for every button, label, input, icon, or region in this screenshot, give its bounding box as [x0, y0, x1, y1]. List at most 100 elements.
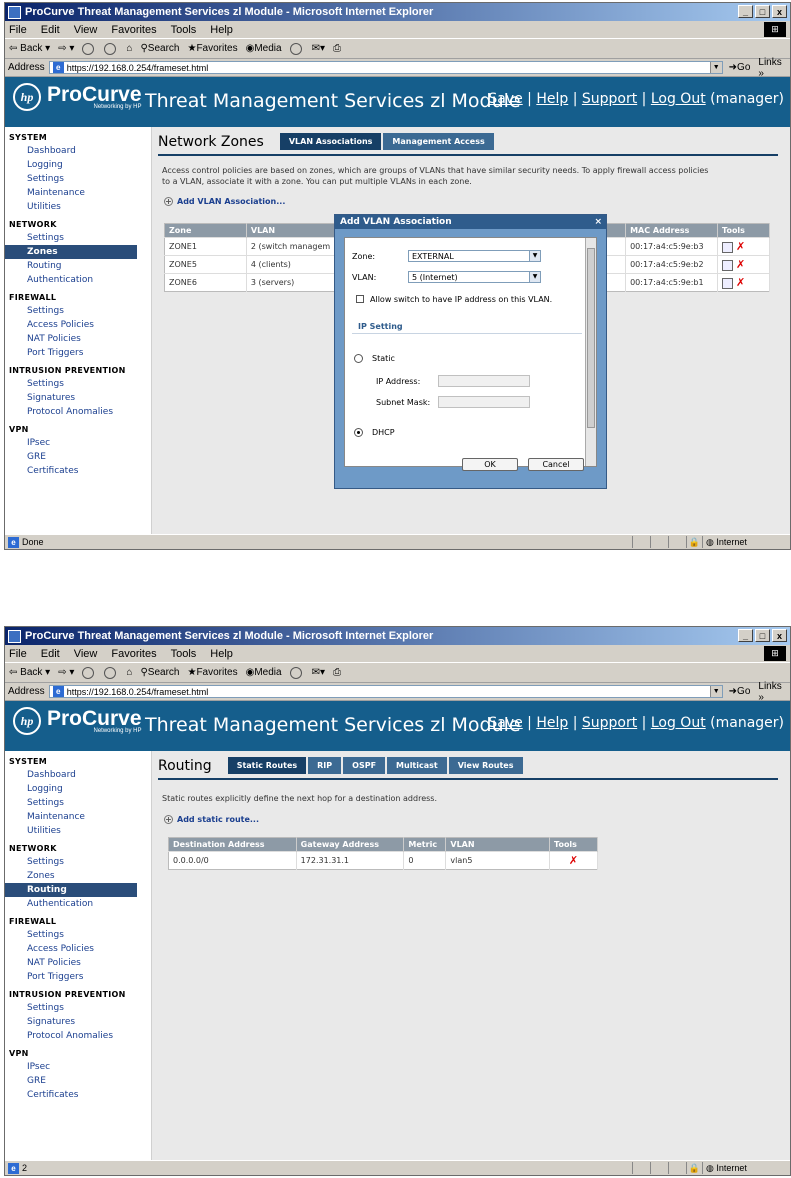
sidebar-item-network-settings[interactable]: Settings — [5, 855, 151, 869]
dhcp-radio[interactable] — [354, 428, 363, 437]
menu-edit[interactable]: Edit — [41, 648, 60, 660]
vlan-select[interactable]: 5 (Internet) ▼ — [408, 271, 541, 283]
edit-icon[interactable] — [722, 242, 734, 253]
menu-help[interactable]: Help — [210, 648, 233, 660]
save-link[interactable]: Save — [488, 91, 522, 107]
delete-icon[interactable]: ✗ — [736, 240, 745, 253]
mail-button[interactable]: ✉ ▾ — [312, 667, 325, 678]
address-dropdown[interactable]: ▼ — [709, 62, 722, 73]
back-button[interactable]: ⇦ Back ▾ — [9, 43, 50, 54]
column-header-gateway[interactable]: Gateway Address — [296, 837, 405, 852]
address-dropdown[interactable]: ▼ — [709, 686, 722, 697]
print-button[interactable]: ⎙ — [333, 667, 341, 678]
close-button[interactable]: x — [772, 5, 787, 18]
print-button[interactable]: ⎙ — [333, 43, 341, 54]
support-link[interactable]: Support — [582, 91, 637, 107]
sidebar-item-certificates[interactable]: Certificates — [5, 1088, 151, 1102]
go-button[interactable]: ➜Go — [729, 62, 751, 73]
menu-favorites[interactable]: Favorites — [111, 648, 156, 660]
tab-static-routes[interactable]: Static Routes — [227, 757, 307, 774]
search-button[interactable]: ⚲ Search — [140, 43, 179, 54]
delete-icon[interactable]: ✗ — [736, 258, 745, 271]
media-button[interactable]: ◉ Media — [246, 43, 282, 54]
sidebar-item-firewall-settings[interactable]: Settings — [5, 304, 151, 318]
sidebar-item-logging[interactable]: Logging — [5, 782, 151, 796]
column-header-vlan[interactable]: VLAN — [445, 837, 551, 852]
menu-tools[interactable]: Tools — [171, 24, 197, 36]
sidebar-item-network-settings[interactable]: Settings — [5, 231, 151, 245]
stop-button[interactable] — [82, 666, 96, 679]
sidebar-item-protocol-anomalies[interactable]: Protocol Anomalies — [5, 405, 151, 419]
sidebar-item-authentication[interactable]: Authentication — [5, 897, 151, 911]
sidebar-item-signatures[interactable]: Signatures — [5, 1015, 151, 1029]
favorites-button[interactable]: ★ Favorites — [187, 43, 237, 54]
scrollbar-thumb[interactable] — [587, 248, 595, 428]
dialog-scrollbar[interactable] — [585, 238, 596, 466]
sidebar-item-port-triggers[interactable]: Port Triggers — [5, 970, 151, 984]
sidebar-item-routing[interactable]: Routing — [5, 883, 137, 897]
menu-favorites[interactable]: Favorites — [111, 24, 156, 36]
mail-button[interactable]: ✉ ▾ — [312, 43, 325, 54]
links-button[interactable]: Links » — [758, 57, 790, 79]
go-button[interactable]: ➜Go — [729, 686, 751, 697]
sidebar-item-utilities[interactable]: Utilities — [5, 824, 151, 838]
dialog-close-icon[interactable]: × — [594, 215, 602, 229]
minimize-button[interactable]: _ — [738, 629, 753, 642]
help-link[interactable]: Help — [536, 715, 568, 731]
sidebar-item-dashboard[interactable]: Dashboard — [5, 144, 151, 158]
logout-link[interactable]: Log Out — [651, 91, 706, 107]
forward-button[interactable]: ⇨ ▾ — [58, 43, 74, 54]
cancel-button[interactable]: Cancel — [528, 458, 584, 471]
tab-vlan-associations[interactable]: VLAN Associations — [279, 133, 382, 150]
minimize-button[interactable]: _ — [738, 5, 753, 18]
delete-icon[interactable]: ✗ — [569, 854, 578, 867]
menu-tools[interactable]: Tools — [171, 648, 197, 660]
history-button[interactable] — [289, 666, 304, 679]
column-header-zone[interactable]: Zone — [164, 223, 247, 238]
sidebar-item-system-settings[interactable]: Settings — [5, 172, 151, 186]
menu-edit[interactable]: Edit — [41, 24, 60, 36]
sidebar-item-ipsec[interactable]: IPsec — [5, 436, 151, 450]
sidebar-item-access-policies[interactable]: Access Policies — [5, 318, 151, 332]
sidebar-item-system-settings[interactable]: Settings — [5, 796, 151, 810]
stop-button[interactable] — [82, 42, 96, 55]
maximize-button[interactable]: □ — [755, 5, 770, 18]
sidebar-item-ips-settings[interactable]: Settings — [5, 1001, 151, 1015]
sidebar-item-ips-settings[interactable]: Settings — [5, 377, 151, 391]
address-input[interactable]: e https://192.168.0.254/frameset.html ▼ — [48, 685, 723, 698]
sidebar-item-dashboard[interactable]: Dashboard — [5, 768, 151, 782]
sidebar-item-port-triggers[interactable]: Port Triggers — [5, 346, 151, 360]
sidebar-item-protocol-anomalies[interactable]: Protocol Anomalies — [5, 1029, 151, 1043]
sidebar-item-certificates[interactable]: Certificates — [5, 464, 151, 478]
media-button[interactable]: ◉ Media — [246, 667, 282, 678]
support-link[interactable]: Support — [582, 715, 637, 731]
favorites-button[interactable]: ★ Favorites — [187, 667, 237, 678]
menu-file[interactable]: File — [9, 24, 27, 36]
allow-ip-checkbox[interactable] — [356, 295, 364, 303]
tab-rip[interactable]: RIP — [308, 757, 342, 774]
logout-link[interactable]: Log Out — [651, 715, 706, 731]
home-button[interactable]: ⌂ — [126, 667, 132, 678]
sidebar-item-maintenance[interactable]: Maintenance — [5, 810, 151, 824]
delete-icon[interactable]: ✗ — [736, 276, 745, 289]
sidebar-item-routing[interactable]: Routing — [5, 259, 151, 273]
history-button[interactable] — [289, 42, 304, 55]
column-header-mac[interactable]: MAC Address — [625, 223, 719, 238]
maximize-button[interactable]: □ — [755, 629, 770, 642]
subnet-mask-field[interactable] — [438, 396, 530, 408]
menu-view[interactable]: View — [74, 24, 98, 36]
sidebar-item-logging[interactable]: Logging — [5, 158, 151, 172]
ok-button[interactable]: OK — [462, 458, 518, 471]
sidebar-item-gre[interactable]: GRE — [5, 450, 151, 464]
column-header-metric[interactable]: Metric — [403, 837, 447, 852]
sidebar-item-maintenance[interactable]: Maintenance — [5, 186, 151, 200]
menu-view[interactable]: View — [74, 648, 98, 660]
tab-management-access[interactable]: Management Access — [383, 133, 494, 150]
help-link[interactable]: Help — [536, 91, 568, 107]
sidebar-item-signatures[interactable]: Signatures — [5, 391, 151, 405]
add-static-route-link[interactable]: + Add static route... — [164, 815, 259, 824]
close-button[interactable]: x — [772, 629, 787, 642]
column-header-destination[interactable]: Destination Address — [168, 837, 297, 852]
sidebar-item-firewall-settings[interactable]: Settings — [5, 928, 151, 942]
sidebar-item-nat-policies[interactable]: NAT Policies — [5, 332, 151, 346]
